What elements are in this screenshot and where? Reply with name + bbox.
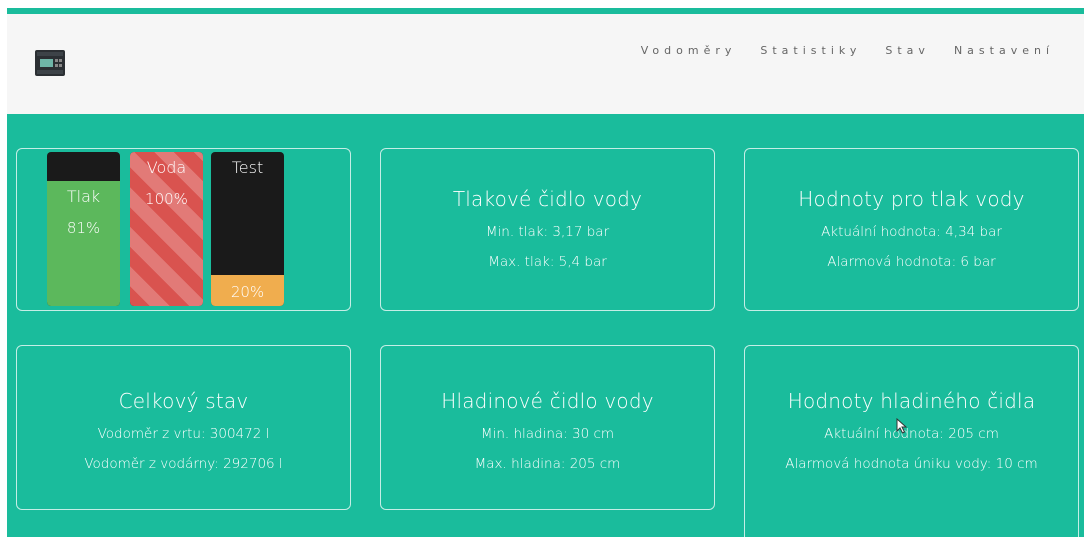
card-title: Celkový stav: [118, 389, 249, 413]
nav-nastaveni[interactable]: Nastavení: [954, 44, 1054, 57]
min-pressure: Min. tlak: 3,17 bar: [485, 224, 610, 240]
card-title: Hodnoty pro tlak vody: [798, 187, 1025, 211]
min-level: Min. hladina: 30 cm: [480, 426, 615, 442]
gauge-voda: Voda 100%: [130, 152, 203, 306]
gauge-label: Voda: [146, 158, 187, 177]
gauge-percent: 100%: [145, 190, 188, 208]
gauge-label: Tlak: [66, 187, 101, 206]
gauge-tlak: Tlak 81%: [47, 152, 120, 306]
card-title: Hodnoty hladiného čidla: [787, 389, 1036, 413]
waterworks-meter: Vodoměr z vodárny: 292706 l: [84, 456, 283, 472]
alarm-leak-level: Alarmová hodnota úniku vody: 10 cm: [785, 456, 1038, 472]
card-title: Tlakové čidlo vody: [452, 187, 643, 211]
overall-status-card: Celkový stav Vodoměr z vrtu: 300472 l Vo…: [16, 345, 351, 510]
plc-device-logo[interactable]: [33, 46, 67, 80]
max-pressure: Max. tlak: 5,4 bar: [488, 254, 607, 270]
max-level: Max. hladina: 205 cm: [474, 456, 621, 472]
level-values-card: Hodnoty hladiného čidla Aktuální hodnota…: [744, 345, 1079, 545]
card-title: Hladinové čidlo vody: [441, 389, 654, 413]
nav-stav[interactable]: Stav: [885, 44, 930, 57]
gauge-percent: 81%: [66, 219, 101, 237]
alarm-pressure: Alarmová hodnota: 6 bar: [827, 254, 996, 270]
gauge-test: Test 20%: [211, 152, 284, 306]
well-meter: Vodoměr z vrtu: 300472 l: [97, 426, 270, 442]
pressure-values-card: Hodnoty pro tlak vody Aktuální hodnota: …: [744, 148, 1079, 311]
nav-vodomery[interactable]: Vodoměry: [641, 44, 737, 57]
gauge-percent: 20%: [230, 283, 265, 301]
pressure-sensor-card: Tlakové čidlo vody Min. tlak: 3,17 bar M…: [380, 148, 715, 311]
current-pressure: Aktuální hodnota: 4,34 bar: [821, 224, 1002, 240]
level-sensor-card: Hladinové čidlo vody Min. hladina: 30 cm…: [380, 345, 715, 510]
main-nav: Vodoměry Statistiky Stav Nastavení: [641, 44, 1054, 57]
nav-statistiky[interactable]: Statistiky: [760, 44, 861, 57]
gauge-label: Test: [231, 158, 264, 177]
current-level: Aktuální hodnota: 205 cm: [824, 426, 999, 442]
navbar: Vodoměry Statistiky Stav Nastavení: [7, 14, 1084, 114]
mouse-cursor-icon: [896, 418, 908, 434]
